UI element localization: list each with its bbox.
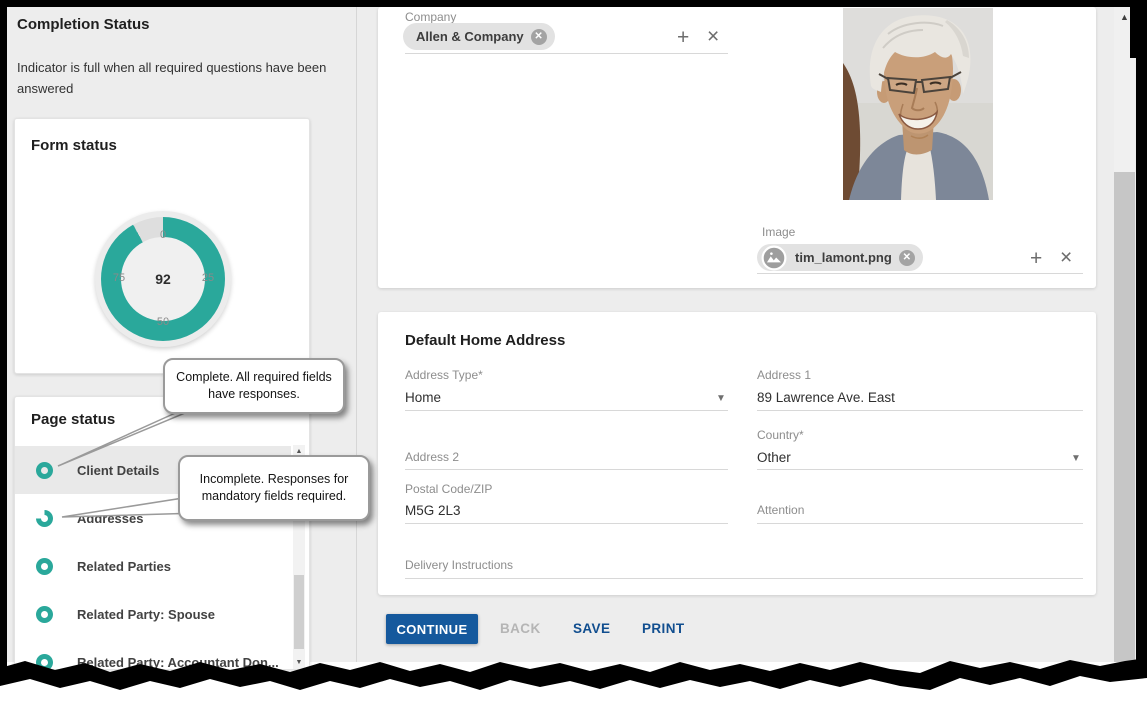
form-status-card: Form status 0 25 50 75 92 bbox=[14, 118, 310, 374]
back-button[interactable]: BACK bbox=[494, 620, 547, 637]
status-ring-icon bbox=[36, 558, 53, 575]
completion-status-title: Completion Status bbox=[17, 16, 150, 33]
page-status-title: Page status bbox=[31, 411, 115, 428]
image-thumbnail-icon bbox=[761, 245, 787, 271]
company-label: Company bbox=[405, 10, 456, 24]
field-underline bbox=[757, 273, 1083, 274]
chevron-down-icon[interactable]: ▼ bbox=[1071, 453, 1081, 464]
scroll-up-icon[interactable]: ▲ bbox=[293, 448, 305, 455]
page-status-row-label: Related Party: Accountant Don... bbox=[77, 655, 279, 670]
postal-label: Postal Code/ZIP bbox=[405, 482, 492, 496]
field-underline bbox=[405, 578, 1083, 579]
page-status-row-label: Addresses bbox=[77, 511, 143, 526]
save-button[interactable]: SAVE bbox=[567, 620, 616, 637]
address-type-value[interactable]: Home bbox=[405, 390, 441, 405]
panel-divider bbox=[356, 7, 357, 662]
status-ring-icon bbox=[36, 510, 53, 527]
donut-tick-50: 50 bbox=[148, 316, 178, 328]
field-underline bbox=[757, 410, 1083, 411]
scrollbar-thumb[interactable] bbox=[1114, 172, 1135, 662]
country-value[interactable]: Other bbox=[757, 450, 791, 465]
field-underline bbox=[405, 469, 728, 470]
client-details-card: Company Allen & Company ✕ + × bbox=[378, 7, 1096, 288]
status-ring-icon bbox=[36, 606, 53, 623]
form-status-title: Form status bbox=[31, 137, 117, 154]
delivery-instructions-label: Delivery Instructions bbox=[405, 558, 513, 572]
completion-status-description: Indicator is full when all required ques… bbox=[17, 58, 339, 100]
chevron-down-icon[interactable]: ▼ bbox=[716, 393, 726, 404]
page-status-row-label: Client Details bbox=[77, 463, 159, 478]
page-status-row-label: Related Party: Spouse bbox=[77, 607, 215, 622]
screenshot-frame: Completion Status Indicator is full when… bbox=[0, 0, 1147, 707]
scrollbar-thumb[interactable] bbox=[294, 575, 304, 649]
client-photo bbox=[843, 8, 993, 200]
continue-button[interactable]: CONTINUE bbox=[386, 614, 478, 644]
field-underline bbox=[757, 523, 1083, 524]
page-status-row-label: Related Parties bbox=[77, 559, 171, 574]
page-status-row-related-parties[interactable]: Related Parties bbox=[15, 542, 291, 590]
scroll-down-icon[interactable]: ▼ bbox=[293, 659, 305, 666]
address1-label: Address 1 bbox=[757, 368, 811, 382]
company-chip[interactable]: Allen & Company ✕ bbox=[403, 23, 555, 50]
image-clear-icon[interactable]: × bbox=[1060, 247, 1072, 268]
company-add-icon[interactable]: + bbox=[677, 27, 689, 48]
print-button[interactable]: PRINT bbox=[636, 620, 691, 637]
image-chip[interactable]: tim_lamont.png ✕ bbox=[757, 244, 923, 271]
callout-complete: Complete. All required fields have respo… bbox=[163, 358, 345, 414]
postal-value[interactable]: M5G 2L3 bbox=[405, 503, 461, 518]
chip-remove-icon[interactable]: ✕ bbox=[531, 29, 547, 45]
status-ring-icon bbox=[36, 654, 53, 671]
callout-incomplete: Incomplete. Responses for mandatory fiel… bbox=[178, 455, 370, 521]
field-underline bbox=[405, 53, 728, 54]
page-status-row-accountant[interactable]: Related Party: Accountant Don... bbox=[15, 638, 291, 670]
main-scrollbar[interactable]: ▲ bbox=[1114, 7, 1135, 662]
country-label: Country* bbox=[757, 428, 804, 442]
attention-label: Attention bbox=[757, 503, 804, 517]
page-status-row-spouse[interactable]: Related Party: Spouse bbox=[15, 590, 291, 638]
field-underline bbox=[405, 523, 728, 524]
image-label: Image bbox=[762, 225, 795, 239]
frame-border-left bbox=[0, 0, 7, 668]
image-add-icon[interactable]: + bbox=[1030, 248, 1042, 269]
frame-border-right bbox=[1136, 0, 1147, 662]
status-ring-icon bbox=[36, 462, 53, 479]
frame-border-top bbox=[0, 0, 1147, 7]
company-clear-icon[interactable]: × bbox=[707, 26, 719, 47]
address2-label: Address 2 bbox=[405, 450, 459, 464]
address-type-label: Address Type* bbox=[405, 368, 483, 382]
donut-center-value: 92 bbox=[123, 271, 203, 287]
page-status-card: Page status Client Details Addresses Rel… bbox=[14, 396, 310, 670]
donut-tick-0: 0 bbox=[148, 229, 178, 241]
chip-remove-icon[interactable]: ✕ bbox=[899, 250, 915, 266]
field-underline bbox=[757, 469, 1083, 470]
image-chip-label: tim_lamont.png bbox=[795, 250, 892, 265]
field-underline bbox=[405, 410, 728, 411]
address1-value[interactable]: 89 Lawrence Ave. East bbox=[757, 390, 895, 405]
company-chip-label: Allen & Company bbox=[416, 29, 524, 44]
default-home-address-card: Default Home Address Address Type* Home … bbox=[378, 312, 1096, 595]
address-section-title: Default Home Address bbox=[405, 332, 565, 349]
frame-border-right-notch bbox=[1130, 0, 1147, 58]
